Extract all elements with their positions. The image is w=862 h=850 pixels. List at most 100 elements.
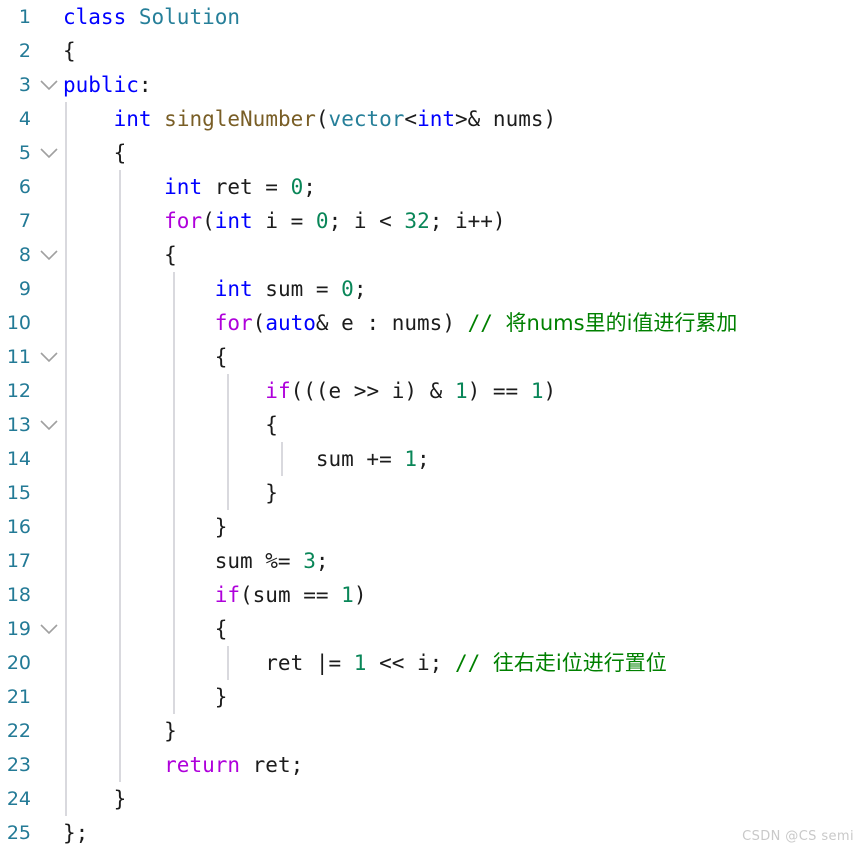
code-line[interactable]: 2{ bbox=[0, 34, 862, 68]
code-text[interactable]: } bbox=[63, 476, 278, 510]
token-pl: { bbox=[63, 345, 228, 369]
chevron-down-icon[interactable] bbox=[40, 238, 60, 272]
token-pl: >& nums) bbox=[455, 107, 557, 131]
code-line[interactable]: 12 if(((e >> i) & 1) == 1) bbox=[0, 374, 862, 408]
token-pl: } bbox=[63, 787, 127, 811]
code-line[interactable]: 18 if(sum == 1) bbox=[0, 578, 862, 612]
code-editor[interactable]: 1 class Solution 2{3 public: 4 int singleNum… bbox=[0, 0, 862, 848]
line-number: 2 bbox=[18, 40, 31, 62]
token-pl: } bbox=[63, 719, 177, 743]
code-text[interactable]: } bbox=[63, 680, 228, 714]
code-text[interactable]: { bbox=[63, 408, 278, 442]
token-num: 1 bbox=[341, 583, 354, 607]
token-pl: ; bbox=[353, 277, 367, 301]
code-text[interactable]: return ret; bbox=[63, 748, 303, 782]
code-text[interactable]: int singleNumber(vector<int>& nums) bbox=[63, 102, 557, 136]
code-line[interactable]: 21 } bbox=[0, 680, 862, 714]
token-ctl: if bbox=[265, 379, 291, 403]
code-line[interactable]: 16 } bbox=[0, 510, 862, 544]
code-text[interactable]: { bbox=[63, 34, 76, 68]
code-line[interactable]: 5 { bbox=[0, 136, 862, 170]
token-fn: singleNumber bbox=[164, 107, 316, 131]
chevron-down-icon[interactable] bbox=[40, 612, 60, 646]
code-line[interactable]: 11 { bbox=[0, 340, 862, 374]
token-num: 1 bbox=[530, 379, 544, 403]
code-line[interactable]: 17 sum %= 3; bbox=[0, 544, 862, 578]
token-pl: ) == bbox=[467, 379, 531, 403]
code-text[interactable]: int sum = 0; bbox=[63, 272, 367, 306]
token-pl: } bbox=[63, 515, 228, 539]
code-text[interactable]: { bbox=[63, 238, 177, 272]
token-kw: int bbox=[214, 209, 253, 233]
code-text[interactable]: for(int i = 0; i < 32; i++) bbox=[63, 204, 506, 238]
code-text[interactable]: sum += 1; bbox=[63, 442, 430, 476]
line-number: 16 bbox=[6, 516, 31, 538]
code-text[interactable]: { bbox=[63, 136, 127, 170]
token-cmt-cjk: 往右走i位进行置位 bbox=[492, 651, 667, 675]
chevron-down-icon[interactable] bbox=[40, 68, 60, 102]
code-line[interactable]: 3 public: bbox=[0, 68, 862, 102]
code-line[interactable]: 10 for(auto& e : nums) // 将nums里的i值进行累加 bbox=[0, 306, 862, 340]
token-pl: ; i++) bbox=[429, 209, 506, 233]
token-pl: ( bbox=[252, 311, 266, 335]
token-pl: ret; bbox=[240, 753, 304, 777]
token-cmt: // bbox=[454, 651, 493, 675]
token-type: vector bbox=[328, 107, 405, 131]
chevron-down-icon[interactable] bbox=[40, 408, 60, 442]
code-text[interactable]: int ret = 0; bbox=[63, 170, 316, 204]
line-number: 24 bbox=[6, 788, 31, 810]
code-line[interactable]: 6 int ret = 0; bbox=[0, 170, 862, 204]
line-number: 4 bbox=[18, 108, 31, 130]
code-text[interactable]: public: bbox=[63, 68, 152, 102]
token-pl: { bbox=[63, 141, 127, 165]
token-num: 0 bbox=[290, 175, 304, 199]
chevron-down-icon[interactable] bbox=[40, 136, 60, 170]
code-text[interactable]: if(sum == 1) bbox=[63, 578, 367, 612]
code-line[interactable]: 25}; bbox=[0, 816, 862, 850]
code-line[interactable]: 7 for(int i = 0; i < 32; i++) bbox=[0, 204, 862, 238]
token-ctl: return bbox=[164, 753, 241, 777]
code-text[interactable]: ret |= 1 << i; // 往右走i位进行置位 bbox=[63, 646, 667, 680]
code-line[interactable]: 23 return ret; bbox=[0, 748, 862, 782]
code-text[interactable]: for(auto& e : nums) // 将nums里的i值进行累加 bbox=[63, 306, 738, 340]
code-line[interactable]: 15 } bbox=[0, 476, 862, 510]
line-number: 21 bbox=[6, 686, 31, 708]
line-number: 19 bbox=[6, 618, 31, 640]
code-line[interactable]: 14 sum += 1; bbox=[0, 442, 862, 476]
code-text[interactable]: { bbox=[63, 612, 228, 646]
code-text[interactable]: { bbox=[63, 340, 228, 374]
token-pl: ( bbox=[315, 107, 329, 131]
token-kw: class bbox=[63, 5, 127, 29]
code-text[interactable]: } bbox=[63, 782, 127, 816]
code-line[interactable]: 13 { bbox=[0, 408, 862, 442]
token-num: 0 bbox=[315, 209, 329, 233]
token-kw: public bbox=[63, 73, 139, 97]
code-line[interactable]: 19 { bbox=[0, 612, 862, 646]
code-text[interactable]: sum %= 3; bbox=[63, 544, 329, 578]
code-text[interactable]: } bbox=[63, 510, 228, 544]
code-text[interactable]: if(((e >> i) & 1) == 1) bbox=[63, 374, 556, 408]
code-text[interactable]: }; bbox=[63, 816, 88, 850]
token-kw: auto bbox=[265, 311, 316, 335]
code-line[interactable]: 8 { bbox=[0, 238, 862, 272]
code-line[interactable]: 9 int sum = 0; bbox=[0, 272, 862, 306]
token-pl: & e : nums) bbox=[315, 311, 468, 335]
token-pl: ; bbox=[303, 175, 316, 199]
token-num: 3 bbox=[303, 549, 316, 573]
line-number: 11 bbox=[6, 346, 31, 368]
chevron-down-icon[interactable] bbox=[40, 340, 60, 374]
code-line[interactable]: 24 } bbox=[0, 782, 862, 816]
code-text[interactable]: class Solution bbox=[63, 0, 240, 34]
token-kw: int bbox=[417, 107, 455, 131]
token-ctl: for bbox=[214, 311, 253, 335]
code-line[interactable]: 22 } bbox=[0, 714, 862, 748]
code-line[interactable]: 20 ret |= 1 << i; // 往右走i位进行置位 bbox=[0, 646, 862, 680]
code-line[interactable]: 4 int singleNumber(vector<int>& nums) bbox=[0, 102, 862, 136]
code-text[interactable]: } bbox=[63, 714, 177, 748]
token-pl: { bbox=[63, 617, 228, 641]
code-line[interactable]: 1 class Solution bbox=[0, 0, 862, 34]
